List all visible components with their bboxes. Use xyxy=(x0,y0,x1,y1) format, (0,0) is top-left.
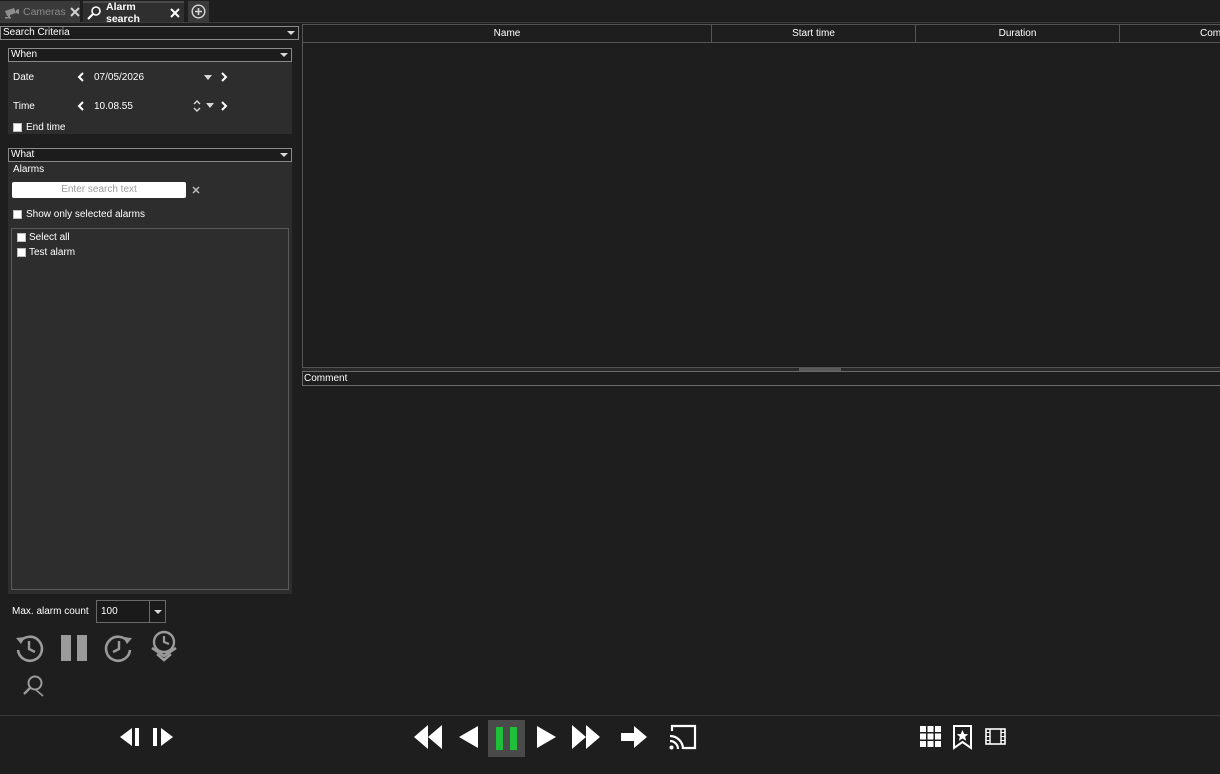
alarm-list: Select all Test alarm xyxy=(11,228,289,590)
step-forward-icon[interactable] xyxy=(151,726,175,748)
date-value[interactable]: 07/05/2026 xyxy=(94,72,144,83)
search-criteria-title: Search Criteria xyxy=(3,27,70,38)
bookmark-icon[interactable] xyxy=(952,724,973,750)
when-header[interactable]: When xyxy=(8,48,292,62)
next-time-icon[interactable] xyxy=(219,101,229,111)
close-icon[interactable] xyxy=(69,6,80,17)
chevron-down-icon xyxy=(280,53,288,57)
add-tab-button[interactable] xyxy=(188,1,209,22)
select-all-label[interactable]: Select all xyxy=(29,232,70,243)
pause-button[interactable] xyxy=(488,720,525,757)
play-reverse-icon[interactable] xyxy=(456,723,480,751)
time-label: Time xyxy=(13,101,35,112)
end-time-checkbox[interactable] xyxy=(13,123,22,132)
chevron-down-icon xyxy=(280,153,288,157)
comment-header: Comment xyxy=(302,371,1220,386)
search-criteria-panel: Search Criteria When Date 07/05/2026 Tim… xyxy=(0,24,300,715)
when-title: When xyxy=(11,49,38,60)
what-header[interactable]: What xyxy=(8,148,292,162)
column-header-comment[interactable]: Com xyxy=(1120,25,1220,43)
tab-cameras-label: Cameras xyxy=(23,5,66,18)
close-icon[interactable] xyxy=(170,7,180,18)
column-header-name[interactable]: Name xyxy=(303,25,712,43)
chevron-down-icon xyxy=(287,31,295,35)
alarms-label: Alarms xyxy=(13,164,45,175)
test-alarm-label[interactable]: Test alarm xyxy=(29,247,75,258)
end-time-label: End time xyxy=(26,122,66,133)
column-header-start-time[interactable]: Start time xyxy=(712,25,916,43)
tab-bar: Cameras Alarm search xyxy=(0,0,1220,25)
show-only-selected-checkbox[interactable] xyxy=(13,210,22,219)
search-input[interactable]: Enter search text xyxy=(12,182,186,198)
filmstrip-icon[interactable] xyxy=(985,728,1006,745)
time-value[interactable]: 10.08.55 xyxy=(94,101,133,112)
tab-alarm-search[interactable]: Alarm search xyxy=(83,0,184,25)
previous-date-icon[interactable] xyxy=(76,72,86,82)
comment-label: Comment xyxy=(304,373,348,384)
search-backward-icon[interactable] xyxy=(13,632,45,664)
tab-alarm-search-label: Alarm search xyxy=(106,0,140,25)
column-header-duration[interactable]: Duration xyxy=(916,25,1120,43)
pause-icon xyxy=(496,727,517,750)
results-table: Name Start time Duration Com xyxy=(302,24,1220,368)
clear-search-icon[interactable] xyxy=(192,186,200,194)
pause-search-icon[interactable] xyxy=(58,632,90,664)
next-date-icon[interactable] xyxy=(219,72,229,82)
grid-layout-icon[interactable] xyxy=(920,726,941,747)
fast-rewind-icon[interactable] xyxy=(412,723,444,751)
playback-toolbar xyxy=(0,715,1220,774)
time-spinner-icon[interactable] xyxy=(192,99,202,113)
add-tab-icon xyxy=(191,4,206,19)
search-forward-icon[interactable] xyxy=(103,632,135,664)
date-dropdown-icon[interactable] xyxy=(203,73,213,83)
previous-time-icon[interactable] xyxy=(76,101,86,111)
time-dropdown-icon[interactable] xyxy=(205,101,215,111)
show-only-selected-label: Show only selected alarms xyxy=(26,209,145,220)
what-title: What xyxy=(11,149,35,160)
test-alarm-checkbox[interactable] xyxy=(17,248,26,257)
date-label: Date xyxy=(13,72,35,83)
max-alarm-count-label: Max. alarm count xyxy=(12,606,89,617)
max-alarm-count-select[interactable]: 100 xyxy=(96,600,166,623)
go-to-live-icon[interactable] xyxy=(619,724,649,750)
search-criteria-header[interactable]: Search Criteria xyxy=(0,26,299,40)
select-all-checkbox[interactable] xyxy=(17,233,26,242)
cast-icon[interactable] xyxy=(668,722,698,752)
fast-forward-icon[interactable] xyxy=(570,723,602,751)
camera-icon xyxy=(5,7,19,18)
play-icon[interactable] xyxy=(535,723,559,751)
search-icon[interactable] xyxy=(22,674,46,698)
search-around-icon[interactable] xyxy=(148,630,180,662)
select-divider xyxy=(149,601,150,622)
step-back-icon[interactable] xyxy=(118,726,142,748)
alarm-search-icon xyxy=(87,5,101,20)
tab-cameras[interactable]: Cameras xyxy=(0,1,80,22)
chevron-down-icon xyxy=(154,610,162,614)
max-alarm-count-value: 100 xyxy=(101,606,118,617)
